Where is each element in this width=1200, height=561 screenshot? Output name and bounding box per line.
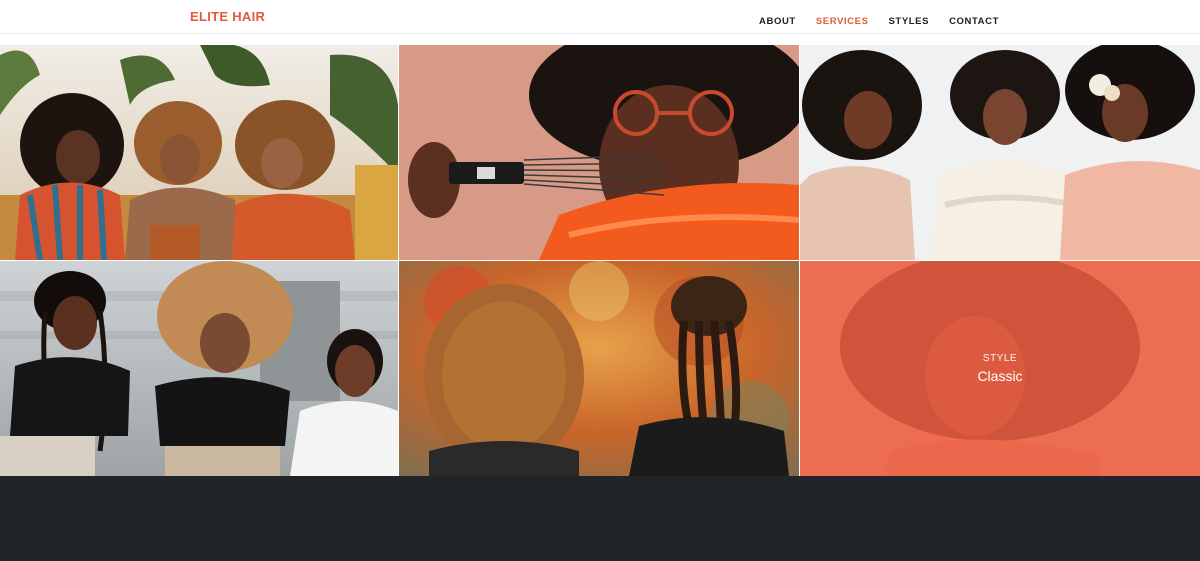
nav-link-contact[interactable]: CONTACT — [949, 16, 999, 27]
nav-item: ABOUT — [759, 11, 796, 29]
gallery-tile-active[interactable]: STYLE Classic — [800, 261, 1200, 476]
hover-overlay: STYLE Classic — [800, 261, 1200, 476]
nav-item: SERVICES — [816, 11, 869, 29]
gallery-tile[interactable] — [0, 45, 398, 260]
nav-item: CONTACT — [949, 11, 999, 29]
navbar: ELITE HAIR ABOUT SERVICES STYLES CONTACT — [0, 0, 1200, 34]
gallery-photo — [0, 261, 398, 476]
gallery-photo — [399, 261, 799, 476]
portfolio-gallery: STYLE Classic — [0, 45, 1200, 476]
nav-link-styles[interactable]: STYLES — [889, 16, 930, 27]
nav-menu: ABOUT SERVICES STYLES CONTACT — [759, 11, 999, 29]
gallery-tile[interactable] — [800, 45, 1200, 260]
gallery-photo — [800, 45, 1200, 260]
overlay-category: STYLE — [982, 353, 1018, 364]
gallery-photo — [0, 45, 398, 260]
gallery-tile[interactable] — [399, 45, 799, 260]
nav-link-services[interactable]: SERVICES — [816, 16, 869, 27]
nav-link-about[interactable]: ABOUT — [759, 16, 796, 27]
gallery-tile[interactable] — [399, 261, 799, 476]
gallery-photo — [399, 45, 799, 260]
brand-logo[interactable]: ELITE HAIR — [190, 9, 265, 24]
gallery-tile[interactable] — [0, 261, 398, 476]
nav-item: STYLES — [889, 11, 930, 29]
footer — [0, 476, 1200, 561]
overlay-title: Classic — [977, 368, 1023, 384]
